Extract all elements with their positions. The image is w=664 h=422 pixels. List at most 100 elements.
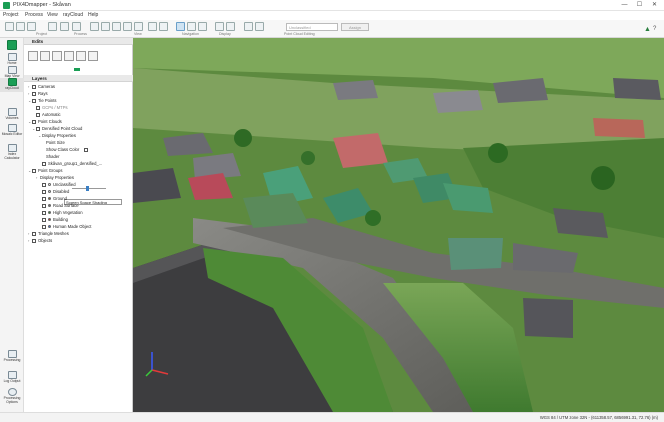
edit-lasso-button[interactable] — [244, 22, 253, 31]
high-vegetation-color-icon — [48, 211, 51, 215]
pix4d-logo-icon: ▲ — [644, 26, 651, 33]
assign-button[interactable]: Assign — [341, 23, 369, 31]
tree-item-high-vegetation[interactable]: High Vegetation — [42, 210, 83, 216]
select-tool-button[interactable] — [176, 22, 185, 31]
help-icon[interactable]: ? — [653, 26, 656, 32]
close-button[interactable]: ✕ — [648, 1, 661, 10]
disabled-checkbox[interactable] — [42, 189, 46, 194]
point-size-slider[interactable] — [72, 188, 106, 189]
show-class-color-checkbox[interactable] — [84, 147, 89, 152]
process-start-button[interactable] — [48, 22, 57, 31]
tree-item-rays[interactable]: › Rays — [28, 91, 48, 97]
objects-checkbox[interactable] — [32, 238, 36, 243]
tree-item-unclassified[interactable]: Unclassified — [42, 182, 76, 188]
tree-item-ground[interactable]: Ground — [42, 196, 67, 202]
new-project-button[interactable] — [5, 22, 14, 31]
automatic-checkbox[interactable] — [36, 112, 40, 117]
human-made-object-checkbox[interactable] — [42, 224, 46, 229]
tree-item-triangle-meshes[interactable]: › Triangle Meshes — [28, 231, 69, 237]
point-size-label: Point Size — [46, 140, 65, 145]
tree-item-point-groups[interactable]: ⌄ Point Groups — [28, 168, 62, 174]
edit-tool-2-button[interactable] — [40, 51, 50, 61]
menu-help[interactable]: Help — [88, 12, 98, 18]
raycloud-3d-viewport[interactable] — [133, 38, 664, 412]
zoom-extent-button[interactable] — [123, 22, 132, 31]
tree-item-pg-display-properties[interactable]: › Display Properties — [36, 175, 74, 181]
tree-item-tie-points[interactable]: ⌄ Tie Points — [28, 98, 56, 104]
nav-processing[interactable]: Processing — [0, 350, 24, 363]
view-side-button[interactable] — [159, 22, 168, 31]
nav-mosaic-editor[interactable]: Mosaic Editor — [0, 124, 24, 137]
tree-item-point-clouds[interactable]: ⌄ Point Clouds — [28, 119, 62, 125]
rays-checkbox[interactable] — [32, 91, 36, 96]
ribbon-group-pointcloud-editing: Point Cloud Editing — [284, 32, 315, 36]
open-project-button[interactable] — [16, 22, 25, 31]
zoom-in-button[interactable] — [90, 22, 99, 31]
zoom-out-button[interactable] — [101, 22, 110, 31]
nav-home[interactable]: Home — [0, 53, 24, 66]
menu-view[interactable]: View — [47, 12, 58, 18]
edit-tool-4-button[interactable] — [64, 51, 74, 61]
edit-tool-1-button[interactable] — [28, 51, 38, 61]
class-select[interactable]: Unclassified — [286, 23, 338, 31]
menu-process[interactable]: Process — [25, 12, 43, 18]
ribbon-group-display: Display — [219, 32, 231, 36]
menu-raycloud[interactable]: rayCloud — [63, 12, 83, 18]
layers-header[interactable]: Layers — [24, 75, 133, 82]
menu-project[interactable]: Project — [3, 12, 19, 18]
point-groups-checkbox[interactable] — [32, 168, 36, 173]
minimize-button[interactable]: — — [618, 1, 631, 10]
tree-item-objects[interactable]: › Objects — [28, 238, 52, 244]
view-top-button[interactable] — [134, 22, 143, 31]
cameras-checkbox[interactable] — [32, 84, 36, 89]
tree-item-human-made-object[interactable]: Human Made Object — [42, 224, 91, 230]
nav-raycloud[interactable]: rayCloud — [0, 78, 24, 92]
road-surface-checkbox[interactable] — [42, 203, 46, 208]
densified-file-checkbox[interactable] — [42, 161, 46, 166]
display-mesh-button[interactable] — [226, 22, 235, 31]
edits-header[interactable]: Edits — [24, 38, 133, 45]
tree-item-disabled[interactable]: Disabled — [42, 189, 69, 195]
tree-item-densified[interactable]: ⌄ Densified Point Cloud — [32, 126, 82, 132]
tree-item-building[interactable]: Building — [42, 217, 68, 223]
tie-points-checkbox[interactable] — [32, 98, 36, 103]
home-icon — [7, 53, 17, 61]
pan-tool-button[interactable] — [187, 22, 196, 31]
tree-item-densified-file[interactable]: Skåvan_group1_densified_... — [42, 161, 102, 167]
maximize-button[interactable]: ☐ — [633, 1, 646, 10]
nav-volumes[interactable]: Volumes — [0, 108, 24, 121]
tree-item-automatic[interactable]: Automatic — [36, 112, 61, 118]
zoom-fit-button[interactable] — [112, 22, 121, 31]
status-bar: WGS 84 / UTM zone 32N - (611358.57, 6856… — [0, 412, 664, 422]
tree-item-display-properties[interactable]: ⌄Display Properties — [38, 133, 76, 139]
edit-rect-button[interactable] — [255, 22, 264, 31]
unclassified-checkbox[interactable] — [42, 182, 46, 187]
nav-index-calculator[interactable]: Index Calculator — [0, 144, 24, 161]
edit-tool-3-button[interactable] — [52, 51, 62, 61]
high-vegetation-checkbox[interactable] — [42, 210, 46, 215]
triangle-meshes-checkbox[interactable] — [32, 231, 36, 236]
tree-item-road-surface[interactable]: Road Surface — [42, 203, 79, 209]
left-nav-bar: Home Map View rayCloud Volumes Mosaic Ed… — [0, 38, 24, 412]
process-options-button[interactable] — [60, 22, 69, 31]
densified-checkbox[interactable] — [36, 126, 40, 131]
point-size-slider-thumb[interactable] — [85, 186, 89, 191]
nav-log-output[interactable]: Log Output — [0, 371, 24, 384]
point-clouds-checkbox[interactable] — [32, 119, 36, 124]
save-project-button[interactable] — [27, 22, 36, 31]
edit-tool-6-button[interactable] — [88, 51, 98, 61]
building-checkbox[interactable] — [42, 217, 46, 222]
nav-map-view[interactable]: Map View — [0, 66, 24, 79]
tree-item-gcps[interactable]: GCPs / MTPs — [36, 105, 68, 111]
edit-tool-5-button[interactable] — [76, 51, 86, 61]
ground-checkbox[interactable] — [42, 196, 46, 201]
tree-item-cameras[interactable]: › Cameras — [28, 84, 55, 90]
view-front-button[interactable] — [148, 22, 157, 31]
display-points-button[interactable] — [215, 22, 224, 31]
nav-processing-options[interactable]: Processing Options — [0, 388, 24, 405]
orbit-tool-button[interactable] — [198, 22, 207, 31]
process-stop-button[interactable] — [72, 22, 81, 31]
show-class-color-label[interactable]: Show Class Color — [46, 147, 90, 153]
layers-panel: Edits Layers › Cameras › Rays ⌄ Tie Points … — [24, 38, 133, 412]
gcps-checkbox[interactable] — [36, 105, 40, 110]
